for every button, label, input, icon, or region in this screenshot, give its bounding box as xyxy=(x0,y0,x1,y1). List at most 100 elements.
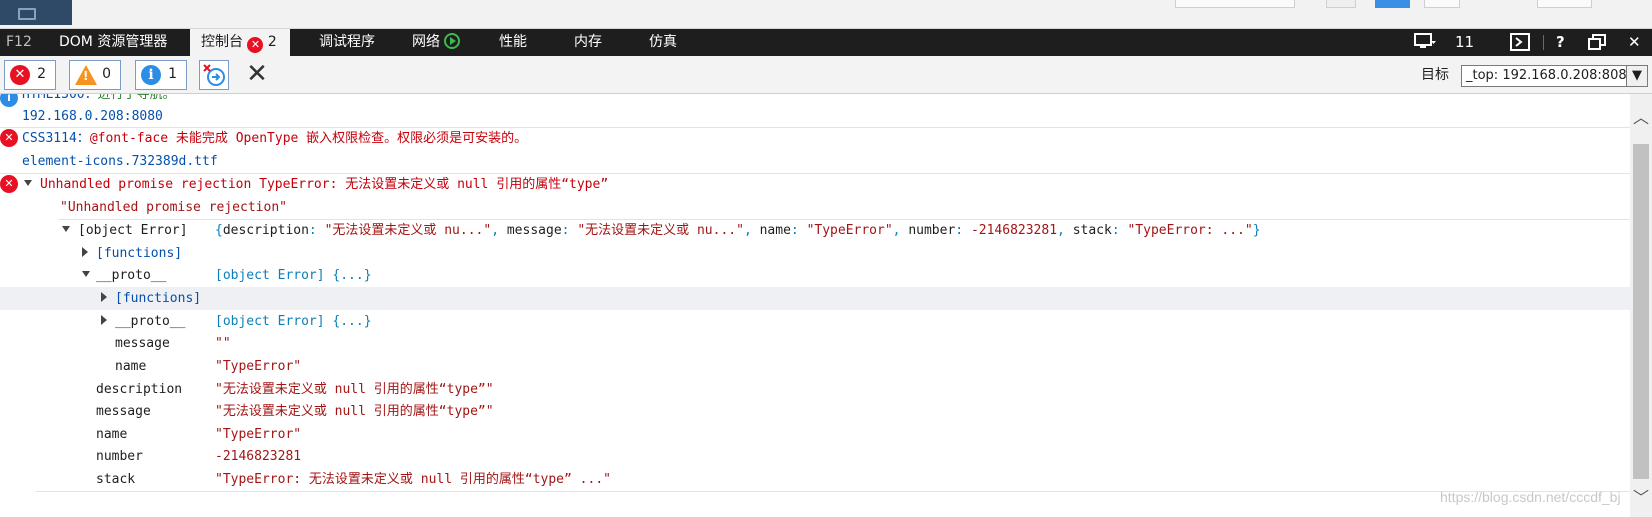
undock-icon xyxy=(1588,34,1606,50)
tab-console[interactable]: 控制台 ✕ 2 xyxy=(190,29,290,56)
emulation-count: 11 xyxy=(1455,33,1475,51)
tree-row-proto[interactable]: __proto__ [object Error] {...} xyxy=(0,310,1630,333)
log-string: "Unhandled promise rejection" xyxy=(0,196,1630,219)
property-key: stack xyxy=(96,472,136,487)
tab-emulation[interactable]: 仿真 xyxy=(649,29,677,56)
tree-row-functions[interactable]: [functions] xyxy=(0,287,1630,310)
console-message-error: ✕ CSS3114：@font-face 未能完成 OpenType 嵌入权限检… xyxy=(0,127,1630,150)
string-value: "Unhandled promise rejection" xyxy=(60,200,287,215)
property-value: "TypeError" xyxy=(215,359,302,374)
tree-row-property: message "无法设置未定义或 null 引用的属性“type”" xyxy=(0,400,1630,423)
help-icon[interactable]: ? xyxy=(1556,29,1565,56)
functions-label: [functions] xyxy=(96,246,183,261)
expand-toggle[interactable] xyxy=(24,173,32,196)
functions-label: [functions] xyxy=(115,291,202,306)
devtools-window: F12 DOM 资源管理器 控制台 ✕ 2 调试程序 网络 性能 内存 仿真 1… xyxy=(0,0,1652,517)
target-select[interactable]: _top: 192.168.0.208:8080 xyxy=(1461,65,1627,87)
error-icon: ✕ xyxy=(10,65,30,85)
property-value: "TypeError" xyxy=(215,427,302,442)
property-key: name xyxy=(96,427,128,442)
proto-value: [object Error] {...} xyxy=(215,314,372,329)
proto-label: __proto__ xyxy=(115,314,186,329)
browser-button[interactable] xyxy=(1424,0,1460,8)
tree-row-property: name "TypeError" xyxy=(0,355,1630,378)
tab-debugger[interactable]: 调试程序 xyxy=(319,29,375,56)
message-code: HTML1300 xyxy=(22,94,85,102)
tree-row-property: description "无法设置未定义或 null 引用的属性“type”" xyxy=(0,378,1630,401)
folder-icon xyxy=(18,8,36,20)
property-value: "TypeError: 无法设置未定义或 null 引用的属性“type” ..… xyxy=(215,472,611,487)
tab-memory[interactable]: 内存 xyxy=(574,29,602,56)
f12-tab-bar: F12 DOM 资源管理器 控制台 ✕ 2 调试程序 网络 性能 内存 仿真 1… xyxy=(0,29,1652,56)
console-error-count: 2 xyxy=(267,34,277,50)
console-scrollbar[interactable]: ︿ ﹀ xyxy=(1630,94,1652,517)
console-message-error: ✕ Unhandled promise rejection TypeError:… xyxy=(0,173,1630,196)
triangle-down-icon xyxy=(24,180,32,186)
property-value: -2146823281 xyxy=(215,449,302,464)
tree-row-property: number -2146823281 xyxy=(0,445,1630,468)
triangle-right-icon xyxy=(101,315,107,325)
proto-label: __proto__ xyxy=(96,268,167,283)
triangle-right-icon xyxy=(101,292,107,302)
console-icon xyxy=(1510,33,1530,51)
property-key: message xyxy=(115,336,170,351)
tab-network[interactable]: 网络 xyxy=(412,29,461,56)
message-code: CSS3114 xyxy=(22,131,77,146)
info-icon: i xyxy=(141,65,161,85)
play-icon xyxy=(444,33,461,49)
undock-button[interactable] xyxy=(1588,29,1608,56)
object-label: [object Error] xyxy=(78,223,188,238)
property-value: "无法设置未定义或 null 引用的属性“type”" xyxy=(215,382,494,397)
triangle-down-icon xyxy=(82,271,90,277)
triangle-right-icon xyxy=(82,247,88,257)
source-link[interactable]: 192.168.0.208:8080 xyxy=(22,105,163,128)
console-message-source: 192.168.0.208:8080 xyxy=(0,105,1630,128)
divider xyxy=(36,491,1630,492)
property-value: "" xyxy=(215,336,231,351)
scrollbar-thumb[interactable] xyxy=(1633,144,1649,479)
triangle-down-icon xyxy=(62,226,70,232)
message-text: Unhandled promise rejection TypeError: 无… xyxy=(40,177,609,192)
clear-console-button[interactable]: ✕ xyxy=(243,58,271,90)
property-key: description xyxy=(96,382,183,397)
tab-performance[interactable]: 性能 xyxy=(499,29,527,56)
chevron-up-icon[interactable]: ︿ xyxy=(1630,104,1652,127)
browser-active-button[interactable] xyxy=(1375,0,1410,8)
close-icon[interactable]: ✕ xyxy=(1628,29,1641,56)
error-icon: ✕ xyxy=(0,129,18,147)
chevron-down-icon[interactable]: ▼ xyxy=(1626,65,1648,87)
errors-filter-button[interactable]: ✕ 2 xyxy=(4,60,56,90)
tab-console-label: 控制台 xyxy=(201,34,243,50)
tree-row-property: name "TypeError" xyxy=(0,423,1630,446)
warnings-count: 0 xyxy=(102,66,111,82)
info-filter-button[interactable]: i 1 xyxy=(135,60,187,90)
errors-count: 2 xyxy=(37,66,46,82)
warning-mark: ! xyxy=(83,69,89,83)
chevron-down-icon[interactable]: ﹀ xyxy=(1630,484,1652,507)
clear-on-navigate-button[interactable] xyxy=(199,60,229,90)
browser-button[interactable] xyxy=(1326,0,1356,8)
tree-row-proto[interactable]: __proto__ [object Error] {...} xyxy=(0,264,1630,287)
tree-row-object[interactable]: [object Error] {description: "无法设置未定义或 n… xyxy=(0,219,1630,242)
tab-dom-explorer[interactable]: DOM 资源管理器 xyxy=(59,29,167,56)
tree-row-functions[interactable]: [functions] xyxy=(0,242,1630,265)
property-key: number xyxy=(96,449,143,464)
separator xyxy=(1543,35,1544,50)
tree-row-property: stack "TypeError: 无法设置未定义或 null 引用的属性“ty… xyxy=(0,468,1630,491)
tree-row-property: message "" xyxy=(0,332,1630,355)
browser-button[interactable] xyxy=(1175,0,1295,8)
emulation-dropdown[interactable] xyxy=(1414,29,1452,56)
browser-button[interactable] xyxy=(1537,0,1592,8)
clear-on-navigate-icon xyxy=(203,64,225,86)
property-value: "无法设置未定义或 null 引用的属性“type”" xyxy=(215,404,494,419)
error-icon: ✕ xyxy=(0,175,18,193)
target-label: 目标 xyxy=(1421,67,1449,83)
warnings-filter-button[interactable]: ! 0 xyxy=(69,60,121,90)
console-output: i HTML1300：进行了导航。 192.168.0.208:8080 ✕ C… xyxy=(0,94,1630,517)
source-link[interactable]: element-icons.732389d.ttf xyxy=(22,150,218,173)
console-toggle[interactable] xyxy=(1510,29,1532,56)
browser-chrome xyxy=(0,0,1652,29)
error-badge-icon: ✕ xyxy=(247,37,264,53)
message-text: @font-face 未能完成 OpenType 嵌入权限检查。权限必须是可安装… xyxy=(89,131,528,146)
browser-tab[interactable] xyxy=(0,0,72,25)
